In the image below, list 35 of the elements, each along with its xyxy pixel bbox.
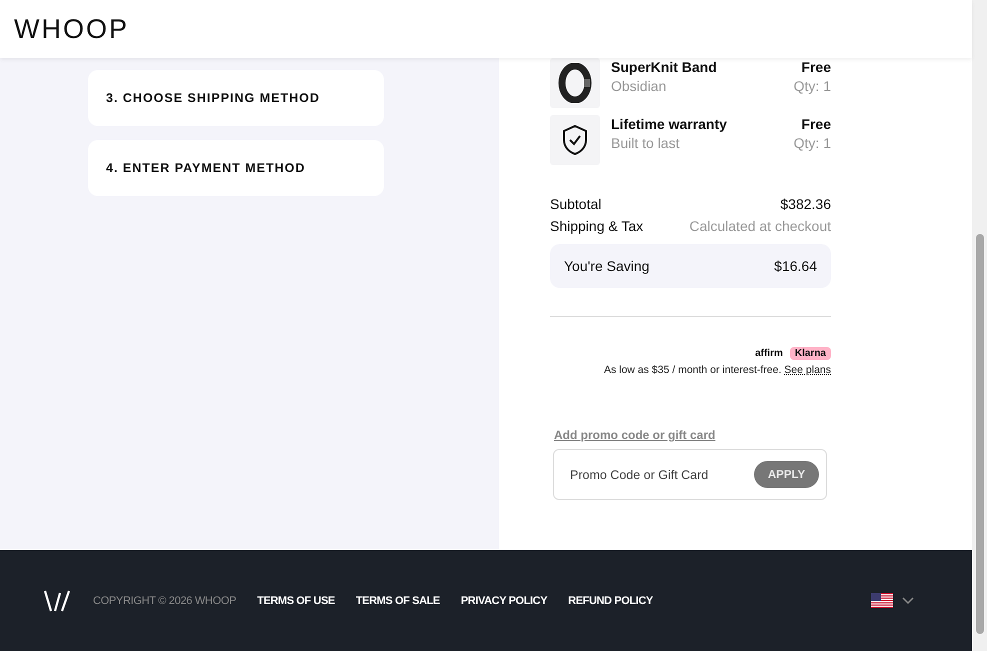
see-plans-link[interactable]: See plans — [784, 364, 831, 376]
shield-check-icon — [562, 124, 588, 156]
product-variant: Built to last — [611, 135, 680, 151]
checkout-step[interactable]: 3. CHOOSE SHIPPING METHOD — [88, 70, 384, 126]
footer-link[interactable]: TERMS OF SALE — [356, 594, 440, 606]
total-label: Subtotal — [550, 196, 602, 212]
promo-link[interactable]: Add promo code or gift card — [554, 428, 831, 442]
footer-link[interactable]: REFUND POLICY — [568, 594, 653, 606]
copyright-text: COPYRIGHT © 2026 WHOOP — [93, 594, 236, 606]
checkout-step[interactable]: 4. ENTER PAYMENT METHOD — [88, 140, 384, 196]
affirm-logo: affirm — [755, 348, 783, 359]
us-flag-icon[interactable] — [871, 593, 893, 608]
product-quantity: Qty: 1 — [794, 135, 831, 151]
product-quantity: Qty: 1 — [794, 78, 831, 94]
total-label: Shipping & Tax — [550, 218, 644, 234]
product-price: Free — [801, 116, 831, 132]
footer-link[interactable]: TERMS OF USE — [257, 594, 335, 606]
promo-field[interactable]: Promo Code or Gift Card APPLY — [553, 449, 827, 500]
product-name: SuperKnit Band — [611, 59, 717, 75]
klarna-logo: Klarna — [790, 347, 831, 360]
total-value: Calculated at checkout — [689, 218, 831, 234]
apply-button[interactable]: APPLY — [754, 461, 819, 488]
saving-value: $16.64 — [774, 258, 817, 274]
whoop-logo[interactable]: WHOOP — [14, 14, 129, 44]
total-value: $382.36 — [780, 196, 831, 212]
saving-label: You're Saving — [564, 258, 650, 274]
product-price: Free — [801, 59, 831, 75]
footer-link[interactable]: PRIVACY POLICY — [460, 594, 548, 606]
band-icon — [558, 63, 592, 103]
product-name: Lifetime warranty — [611, 116, 727, 132]
financing-text: As low as $35 / month or interest-free. See plans — [604, 364, 831, 376]
scrollbar[interactable] — [972, 0, 987, 651]
product-variant: Obsidian — [611, 78, 666, 94]
whoop-mark-icon[interactable] — [43, 588, 71, 612]
chevron-down-icon[interactable] — [902, 596, 914, 604]
